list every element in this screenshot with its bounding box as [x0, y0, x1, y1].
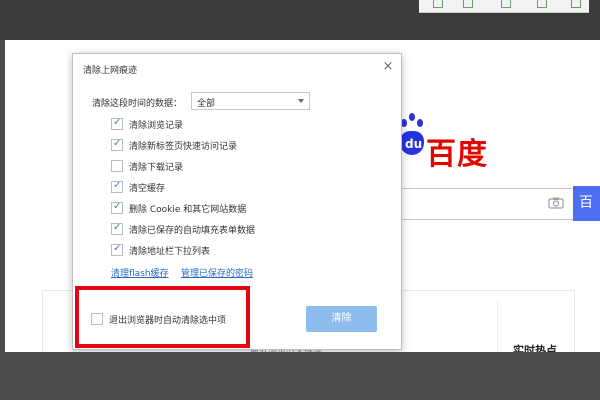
checkbox[interactable]: [111, 243, 123, 256]
search-input[interactable]: [398, 188, 573, 220]
checkbox[interactable]: [111, 160, 123, 172]
bottom-dark-area: [0, 352, 600, 400]
checkbox[interactable]: [111, 222, 123, 235]
close-icon[interactable]: ×: [380, 59, 396, 75]
clear-flash-link[interactable]: 清理flash缓存: [111, 266, 169, 279]
manage-passwords-link[interactable]: 管理已保存的密码: [181, 266, 253, 279]
toolbar-icon[interactable]: [501, 0, 511, 8]
browser-toolbar: [419, 0, 589, 13]
option-label: 清空缓存: [129, 184, 166, 194]
toolbar-icon[interactable]: [463, 0, 473, 8]
logo-du-text: du: [405, 137, 423, 151]
toolbar-icon[interactable]: [537, 0, 547, 8]
option-label: 清除地址栏下拉列表: [129, 247, 211, 257]
logo-text: 百度: [426, 137, 488, 172]
toolbar-icon[interactable]: [433, 0, 443, 8]
time-range-value: 全部: [197, 99, 216, 109]
checkbox[interactable]: [111, 180, 123, 193]
clear-button[interactable]: 清除: [306, 306, 377, 332]
option-label: 退出浏览器时自动清除选中项: [109, 316, 227, 326]
clear-data-dialog: 清除上网痕迹 × 清除这段时间的数据： 全部 清除浏览记录 清除新标签页快速访问…: [72, 53, 402, 350]
toolbar-icon[interactable]: [571, 0, 581, 8]
paw-icon: du: [398, 113, 426, 165]
option-label: 清除下载记录: [129, 163, 184, 173]
time-range-select[interactable]: 全部: [191, 92, 310, 110]
checkbox[interactable]: [111, 138, 123, 151]
dialog-title: 清除上网痕迹: [83, 66, 138, 76]
chevron-down-icon: [298, 99, 304, 103]
checkbox[interactable]: [91, 313, 103, 325]
option-label: 清除浏览记录: [129, 121, 184, 131]
option-label: 清除新标签页快速访问记录: [129, 142, 238, 152]
time-range-label: 清除这段时间的数据：: [92, 99, 183, 109]
option-label: 清除已保存的自动填充表单数据: [129, 226, 256, 236]
panel-divider: [497, 300, 498, 352]
option-label: 删除 Cookie 和其它网站数据: [129, 205, 247, 215]
checkbox[interactable]: [111, 201, 123, 214]
checkbox[interactable]: [111, 117, 123, 130]
search-button[interactable]: 百: [573, 186, 600, 221]
camera-icon[interactable]: [548, 197, 564, 209]
